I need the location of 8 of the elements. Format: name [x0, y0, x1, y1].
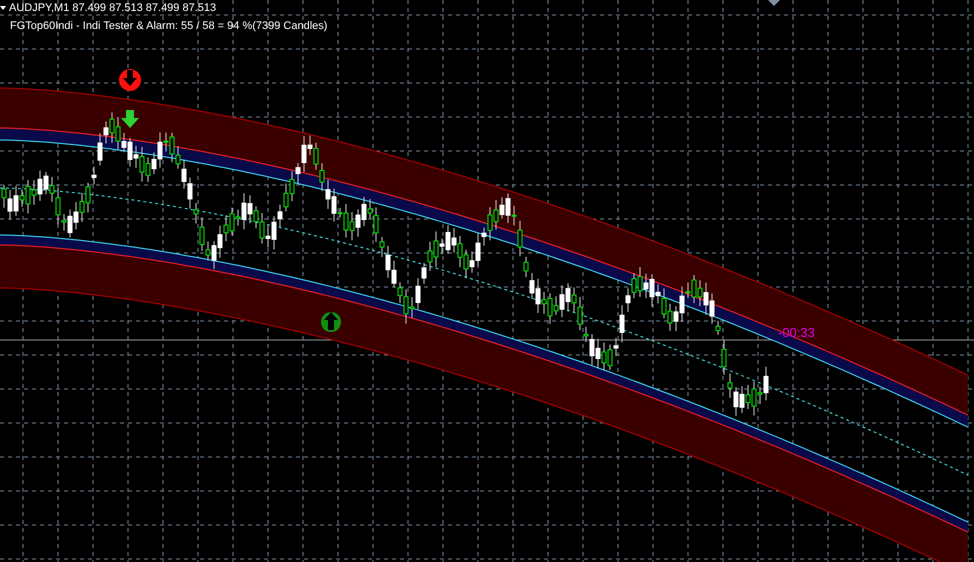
- indicator-status-text: FGTop60Indi - Indi Tester & Alarm: 55 / 58 = 94 %(7399 Candles): [9, 19, 328, 33]
- symbol-price-line: AUDJPY,M1 87.499 87.513 87.499 87.513: [9, 1, 216, 15]
- sell-signal-icon: [119, 69, 141, 91]
- buy-signal-icon: [321, 312, 341, 332]
- dropdown-triangle-icon[interactable]: [0, 6, 6, 10]
- candle-timer-label: -00:33: [778, 325, 815, 341]
- scroll-marker-icon: [768, 0, 780, 6]
- down-arrow-icon: [121, 110, 139, 128]
